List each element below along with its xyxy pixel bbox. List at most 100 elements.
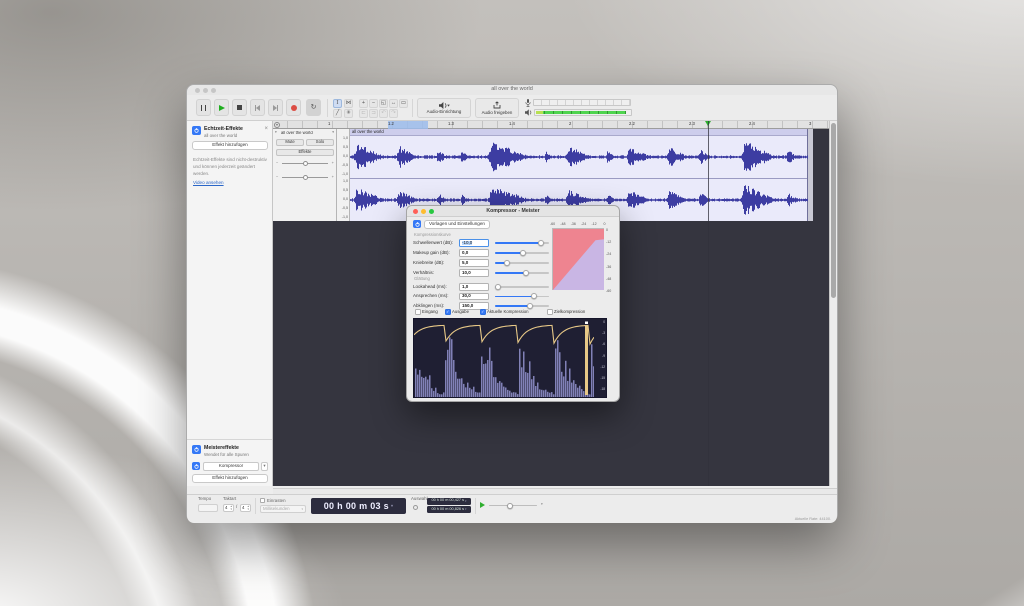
meter-scale-label: -15 bbox=[600, 377, 605, 380]
silence-audio-button[interactable]: ⊐ bbox=[369, 109, 378, 118]
attack-input[interactable]: 30,0 bbox=[459, 293, 489, 301]
timeline-ruler[interactable]: ▾ 11.21.31.422.22.32.43 bbox=[273, 121, 837, 129]
lookahead-input[interactable]: 1,0 bbox=[459, 283, 489, 291]
master-effect-menu-button[interactable]: ▾ bbox=[261, 462, 268, 471]
share-audio-button[interactable]: Audio freigeben bbox=[475, 98, 519, 118]
tempo-field[interactable] bbox=[198, 504, 218, 512]
pan-slider[interactable]: −+ bbox=[276, 175, 334, 180]
track-menu-button[interactable]: ▾ bbox=[332, 131, 334, 135]
track-name[interactable]: all over the world bbox=[281, 131, 329, 135]
trim-audio-button[interactable]: ⊏ bbox=[359, 109, 368, 118]
draw-tool-button[interactable]: ╱ bbox=[333, 109, 342, 118]
toolbar-separator bbox=[255, 498, 256, 514]
scale-label: 1,0 bbox=[337, 137, 348, 141]
stop-button[interactable] bbox=[232, 99, 247, 116]
meter-scale-label: 0 bbox=[603, 321, 605, 324]
close-effects-panel-button[interactable]: × bbox=[264, 126, 268, 132]
bottom-toolbar: Tempo Taktart 4▴▾ / 4▴▾ Einrasten Millis… bbox=[187, 494, 837, 516]
dialog-bypass-toggle[interactable] bbox=[413, 220, 421, 228]
threshold-input[interactable]: -10,0 bbox=[459, 239, 489, 247]
ts-denominator-spinner[interactable]: 4▴▾ bbox=[240, 504, 251, 512]
master-add-effect-button[interactable]: Effekt hinzufügen bbox=[192, 474, 268, 483]
selection-tool-button[interactable]: I bbox=[333, 99, 342, 108]
vertical-scale-ruler[interactable]: 1,00,50,0-0,5-1,01,00,50,0-0,5-1,0 bbox=[337, 129, 350, 221]
meter-scale-label: -3 bbox=[602, 332, 605, 335]
undo-icon: ↶ bbox=[381, 111, 386, 117]
makeup-label: Makeup gain (dB): bbox=[413, 251, 450, 256]
zoom-in-button[interactable]: + bbox=[359, 99, 368, 108]
makeup-slider[interactable] bbox=[495, 250, 549, 257]
zoom-toggle-icon: ↔ bbox=[391, 101, 397, 107]
presets-settings-button[interactable]: Vorlagen und Einstellungen bbox=[424, 220, 490, 229]
compressor-bypass-toggle[interactable] bbox=[192, 462, 200, 470]
speed-menu-button[interactable]: ▾ bbox=[541, 503, 543, 507]
selection-end-field[interactable]: 00 h 00 m 00,826 s▾ bbox=[427, 506, 471, 513]
solo-button[interactable]: Solo bbox=[306, 139, 334, 146]
window-titlebar[interactable]: all over the world bbox=[187, 85, 837, 95]
collapse-track-button[interactable]: ▾ bbox=[275, 131, 277, 135]
record-button[interactable] bbox=[286, 99, 301, 116]
time-display[interactable]: 00 h 00 m 03 s▾ bbox=[311, 498, 406, 514]
play-button[interactable] bbox=[214, 99, 229, 116]
play-at-speed-icon[interactable] bbox=[480, 502, 485, 508]
vertical-scrollbar[interactable] bbox=[829, 121, 837, 486]
input-checkbox[interactable]: Eingang bbox=[415, 309, 438, 315]
output-checkbox[interactable]: ✓Ausgabe bbox=[445, 309, 469, 315]
mute-button[interactable]: Mute bbox=[276, 139, 304, 146]
zoom-out-button[interactable]: − bbox=[369, 99, 378, 108]
attack-label: Ansprechen (ms): bbox=[413, 294, 449, 299]
fit-project-button[interactable]: ▭ bbox=[399, 99, 408, 108]
playback-cursor bbox=[708, 121, 709, 486]
playback-speed-slider[interactable] bbox=[489, 502, 537, 509]
target-compression-checkbox[interactable]: Zielkompression bbox=[547, 309, 585, 315]
timeline-options-button[interactable]: ▾ bbox=[274, 122, 280, 128]
ruler-tick-label: 1.2 bbox=[388, 122, 394, 126]
selection-start-field[interactable]: 00 h 00 m 00,427 s▾ bbox=[427, 498, 471, 505]
undo-button[interactable]: ↶ bbox=[379, 109, 388, 118]
actual-compression-checkbox[interactable]: ✓Aktuelle Kompression bbox=[480, 309, 529, 315]
compression-history-graph[interactable]: 0-3-6-9-12-15-18 bbox=[413, 318, 607, 398]
track-control-panel: ▾ all over the world ▾ Mute Solo Effekte… bbox=[273, 129, 337, 221]
vertical-scrollbar-thumb[interactable] bbox=[831, 123, 836, 298]
audio-setup-button[interactable]: Audio-Einrichtung bbox=[417, 98, 471, 118]
loop-button[interactable]: ↻ bbox=[306, 99, 321, 116]
zoom-selection-button[interactable]: ◱ bbox=[379, 99, 388, 108]
scale-label: 1,0 bbox=[337, 180, 348, 184]
redo-button[interactable]: ↷ bbox=[389, 109, 398, 118]
curve-x-label: -48 bbox=[558, 223, 567, 227]
pause-button[interactable] bbox=[196, 99, 211, 116]
knee-input[interactable]: 5,0 bbox=[459, 259, 489, 267]
watch-video-link[interactable]: Video ansehen bbox=[193, 181, 224, 186]
ratio-input[interactable]: 10,0 bbox=[459, 269, 489, 277]
volume-slider[interactable]: −+ bbox=[276, 161, 334, 166]
lookahead-slider[interactable] bbox=[495, 284, 549, 291]
multi-tool-button[interactable]: ✳ bbox=[344, 109, 353, 118]
waveform-left-channel[interactable] bbox=[350, 136, 807, 178]
zoom-toggle-button[interactable]: ↔ bbox=[389, 99, 398, 108]
add-effect-button[interactable]: Effekt hinzufügen bbox=[192, 141, 268, 150]
recording-meter[interactable] bbox=[525, 98, 635, 107]
track-effects-button[interactable]: Effekte bbox=[276, 149, 334, 156]
ruler-tick-label: 1.4 bbox=[509, 122, 515, 126]
snap-format-select[interactable]: Millisekunden▾ bbox=[260, 505, 306, 513]
scale-label: -1,0 bbox=[337, 173, 348, 177]
ratio-slider[interactable] bbox=[495, 270, 549, 277]
timeline-selection[interactable] bbox=[388, 121, 428, 129]
dialog-titlebar[interactable]: Kompressor - Meister bbox=[407, 206, 619, 217]
skip-to-end-button[interactable] bbox=[268, 99, 283, 116]
envelope-tool-button[interactable]: ⋈ bbox=[344, 99, 353, 108]
ts-numerator-spinner[interactable]: 4▴▾ bbox=[223, 504, 234, 512]
makeup-input[interactable]: 0,0 bbox=[459, 249, 489, 257]
selection-options-button[interactable] bbox=[413, 505, 418, 510]
skip-to-start-button[interactable] bbox=[250, 99, 265, 116]
ruler-tick-label: 2 bbox=[569, 122, 571, 126]
playback-meter[interactable] bbox=[525, 108, 635, 117]
master-effect-select[interactable]: Kompressor bbox=[203, 462, 259, 471]
clip-header[interactable]: all over the world bbox=[350, 129, 807, 136]
threshold-slider[interactable] bbox=[495, 240, 549, 247]
dialog-title: Kompressor - Meister bbox=[407, 209, 619, 214]
attack-slider[interactable] bbox=[495, 293, 549, 300]
knee-slider[interactable] bbox=[495, 260, 549, 267]
snap-checkbox[interactable] bbox=[260, 498, 265, 503]
desktop-wallpaper: all over the world ↻ I ⋈ ╱ ✳ + − ◱ ↔ ▭ ⊏… bbox=[0, 0, 1024, 606]
